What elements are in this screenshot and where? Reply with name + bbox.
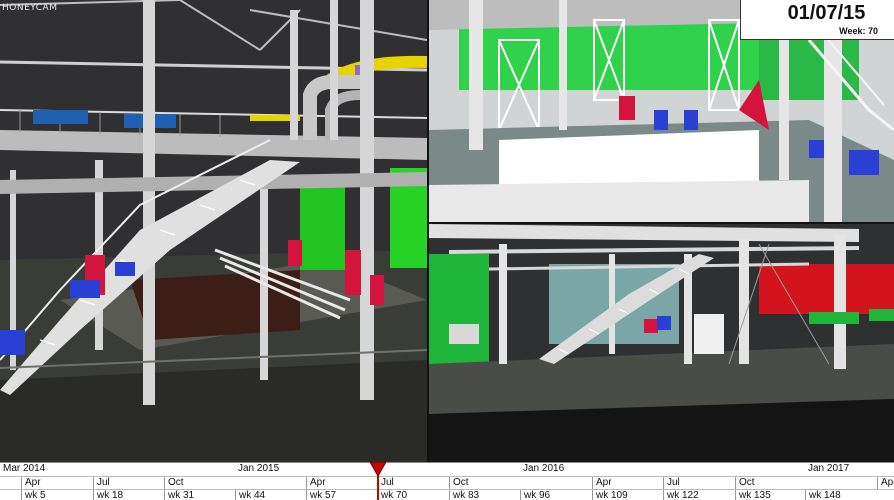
timeline-week-label[interactable]: wk 5 [21, 490, 46, 500]
timeline-quarter-label: Jul [663, 477, 680, 489]
plant-model-main [0, 0, 427, 462]
timeline-years-row: Mar 2014 Jan 2015 Jan 2016 Jan 2017 [0, 463, 894, 475]
timeline-quarter-label: Apr [592, 477, 612, 489]
timeline-quarter-label: Apr [306, 477, 326, 489]
timeline-week-label[interactable]: wk 135 [735, 490, 771, 500]
timeline-quarters-row: Apr Jul Oct Apr Jul Oct Apr Jul Oct Apr [0, 476, 894, 489]
timeline-week-label[interactable]: wk 109 [592, 490, 628, 500]
timeline-week-label[interactable]: wk 57 [306, 490, 336, 500]
timeline-week-label[interactable]: wk 96 [520, 490, 550, 500]
timeline-week-label[interactable]: wk 18 [93, 490, 123, 500]
date-display: 01/07/15 Week: 70 [740, 0, 894, 40]
timeline-week-label[interactable]: wk 83 [449, 490, 479, 500]
timeline-year-label: Jan 2016 [523, 463, 565, 474]
timeline-week-label[interactable]: wk 70 [377, 490, 407, 500]
schedule-timeline[interactable]: Mar 2014 Jan 2015 Jan 2016 Jan 2017 Apr … [0, 462, 894, 500]
current-week: Week: 70 [839, 26, 878, 36]
plant-model-bottom-right [429, 224, 894, 462]
timeline-year-label: Jan 2017 [808, 463, 850, 474]
current-date: 01/07/15 [787, 2, 866, 24]
timeline-weeks-row: wk 5 wk 18 wk 31 wk 44 wk 57 wk 70 wk 83… [0, 489, 894, 500]
timeline-playhead-handle[interactable] [370, 462, 386, 476]
watermark-label: HONEYCAM [2, 3, 58, 13]
timeline-quarter-label: Apr [877, 477, 894, 489]
timeline-quarter-label: Oct [449, 477, 469, 489]
timeline-week-label[interactable]: wk 44 [235, 490, 265, 500]
timeline-quarter-label: Oct [735, 477, 755, 489]
timeline-quarter-label: Oct [164, 477, 184, 489]
timeline-year-label: Jan 2015 [238, 463, 280, 474]
timeline-quarter-label: Jul [93, 477, 110, 489]
timeline-year-label: Mar 2014 [3, 463, 46, 474]
bottom-right-3d-viewport[interactable] [429, 224, 894, 462]
timeline-quarter-label: Jul [377, 477, 394, 489]
timeline-week-label[interactable]: wk 122 [663, 490, 699, 500]
timeline-week-label[interactable]: wk 31 [164, 490, 194, 500]
timeline-playhead-line [377, 474, 379, 500]
main-3d-viewport[interactable] [0, 0, 427, 462]
timeline-quarter-label: Apr [21, 477, 41, 489]
timeline-week-label[interactable]: wk 148 [805, 490, 841, 500]
